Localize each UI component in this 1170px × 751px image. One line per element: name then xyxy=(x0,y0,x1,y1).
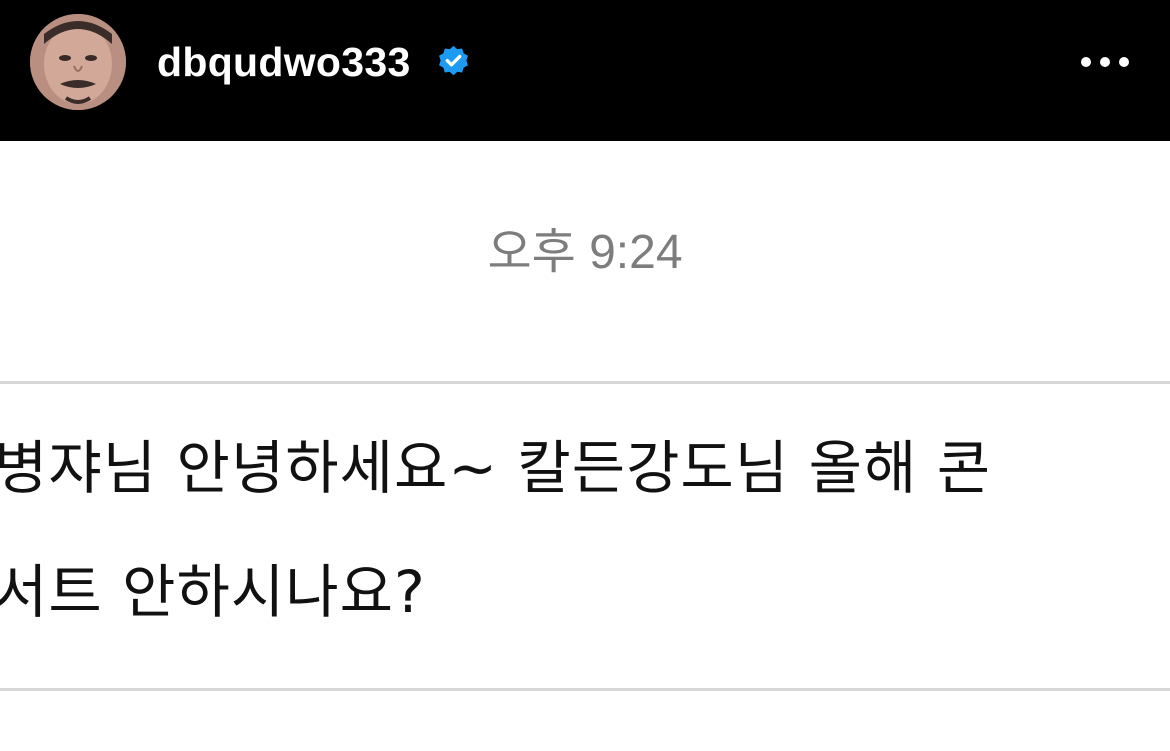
profile-header: dbqudwo333 xyxy=(0,0,1170,141)
avatar-image xyxy=(30,14,126,110)
message-timestamp: 오후 9:24 xyxy=(487,226,683,279)
verified-badge-icon xyxy=(437,45,470,78)
message-bubble[interactable] xyxy=(0,381,1170,691)
username[interactable]: dbqudwo333 xyxy=(157,38,411,86)
chat-area: 오후 9:24 병쟈님 안녕하세요~ 칼든강도님 올해 콘 서트 안하시나요? xyxy=(0,141,1170,751)
message-text-line-2: 서트 안하시나요? xyxy=(0,558,426,626)
more-options-icon[interactable] xyxy=(1078,48,1134,76)
avatar[interactable] xyxy=(30,14,126,110)
message-text-line-1: 병쟈님 안녕하세요~ 칼든강도님 올해 콘 xyxy=(0,434,992,502)
